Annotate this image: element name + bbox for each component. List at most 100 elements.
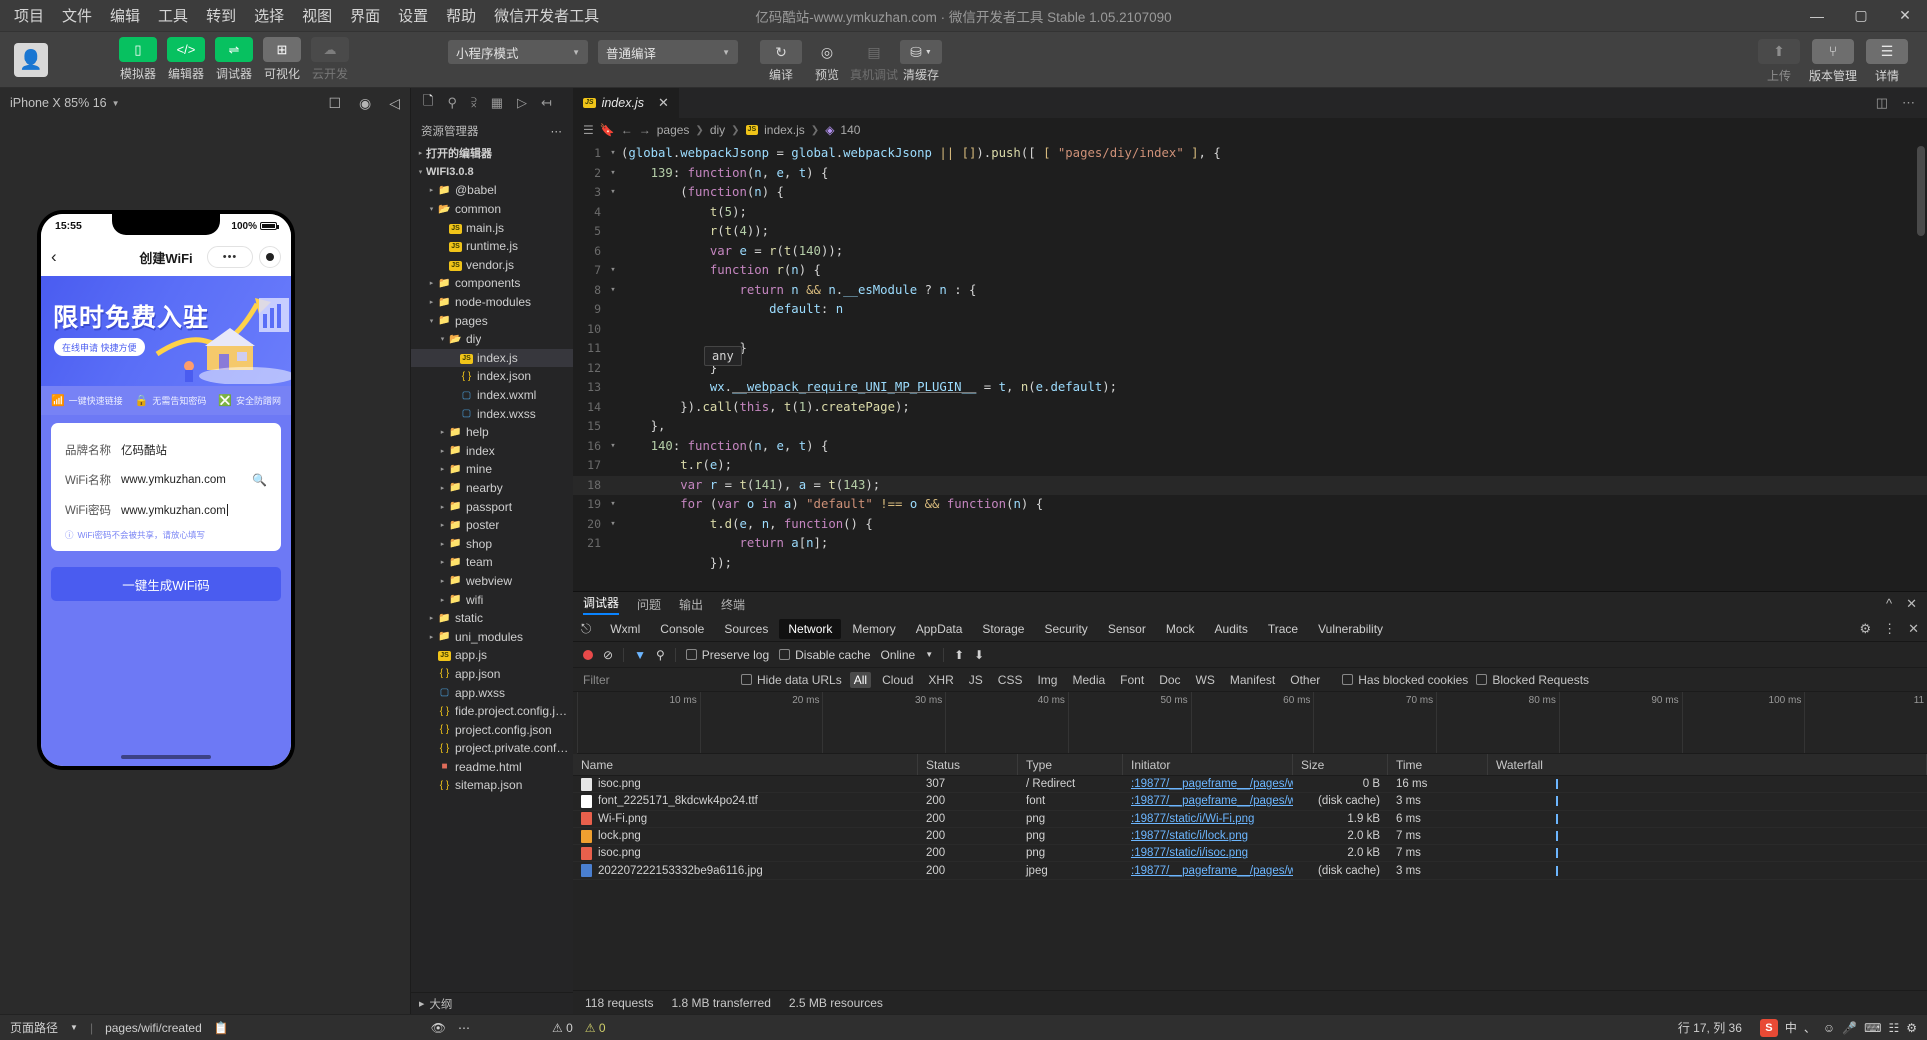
tree-item[interactable]: ▢ app.wxss — [411, 683, 573, 702]
panel-tab-storage[interactable]: Storage — [973, 619, 1033, 639]
fold-icon[interactable]: ▾ — [605, 281, 621, 301]
panel-tab-security[interactable]: Security — [1035, 619, 1096, 639]
version-control-button[interactable]: ⑂ 版本管理 — [1809, 36, 1857, 84]
filter-type-media[interactable]: Media — [1068, 672, 1109, 688]
column-initiator[interactable]: Initiator — [1123, 754, 1293, 775]
code-line[interactable]: 11 } — [573, 339, 1927, 359]
filter-type-manifest[interactable]: Manifest — [1226, 672, 1279, 688]
eye-icon[interactable]: 👁 — [431, 1021, 446, 1035]
files-icon[interactable]: 🗋 — [423, 92, 433, 114]
remote-debug-button[interactable]: ▤ 真机调试 — [850, 36, 898, 83]
tree-item[interactable]: ▾ 📂 common — [411, 200, 573, 219]
editor-scrollbar[interactable] — [1915, 142, 1927, 591]
disclosure-icon[interactable]: ▸ — [437, 447, 448, 455]
chevron-down-icon[interactable]: ▼ — [70, 1023, 78, 1032]
menu-item-interface[interactable]: 界面 — [350, 5, 380, 26]
fold-icon[interactable] — [605, 203, 621, 223]
keyboard-icon[interactable]: ⌨ — [1864, 1021, 1881, 1035]
column-time[interactable]: Time — [1388, 754, 1488, 775]
minimize-button[interactable]: — — [1795, 0, 1839, 31]
resource-type-filters[interactable]: All Cloud XHR JS CSS Img Media Font Doc WS Manifes… — [849, 671, 1325, 688]
generate-wifi-code-button[interactable]: 一键生成WiFi码 — [51, 567, 281, 601]
tree-item[interactable]: ▸ 📁 uni_modules — [411, 627, 573, 646]
clear-icon[interactable]: ⊘ — [603, 648, 613, 662]
tree-item[interactable]: JS index.js — [411, 348, 573, 368]
collapse-icon[interactable]: ↤ — [541, 95, 552, 111]
more-actions-icon[interactable]: ⋯ — [1902, 95, 1915, 111]
code-line[interactable]: }); — [573, 554, 1927, 574]
menu-capsule-button[interactable]: ••• — [207, 246, 253, 268]
toggle-editor[interactable]: </> 编辑器 — [164, 37, 208, 82]
filter-type-ws[interactable]: WS — [1192, 672, 1219, 688]
rotate-icon[interactable]: ☐ — [328, 95, 341, 112]
tree-item[interactable]: { } sitemap.json — [411, 776, 573, 795]
fold-icon[interactable]: ▾ — [605, 437, 621, 457]
network-request-row[interactable]: lock.png 200 png:19877/static/i/lock.png 2.… — [573, 828, 1927, 846]
hide-data-urls-checkbox[interactable]: Hide data URLs — [741, 673, 842, 687]
panel-tab-vulnerability[interactable]: Vulnerability — [1309, 619, 1392, 639]
network-request-row[interactable]: isoc.png 200 png:19877/static/i/isoc.png 2.… — [573, 845, 1927, 863]
tree-item[interactable]: JS main.js — [411, 218, 573, 237]
outline-section[interactable]: ▶ 大纲 — [411, 992, 573, 1014]
throttle-select[interactable]: Online — [881, 648, 916, 662]
panel-tab-trace[interactable]: Trace — [1259, 619, 1307, 639]
tree-item[interactable]: ▸ 📁 wifi — [411, 590, 573, 609]
panel-tab-audits[interactable]: Audits — [1206, 619, 1257, 639]
device-select[interactable]: iPhone X 85% 16 — [10, 96, 107, 110]
code-line[interactable]: 21 return a[n]; — [573, 534, 1927, 554]
code-line[interactable]: 20 ▾ t.d(e, n, function() { — [573, 515, 1927, 535]
toggle-debugger[interactable]: ⇌ 调试器 — [212, 37, 256, 82]
mic-icon[interactable]: 🎤 — [1842, 1021, 1857, 1035]
code-line[interactable]: 15 }, — [573, 417, 1927, 437]
fold-icon[interactable] — [605, 300, 621, 320]
tree-item[interactable]: ▸ 📁 help — [411, 423, 573, 442]
devtools-panel-tabs[interactable]: ⎋ Wxml Console Sources Network Memory AppData S… — [573, 616, 1927, 642]
column-waterfall[interactable]: Waterfall — [1488, 754, 1927, 775]
disclosure-icon[interactable]: ▸ — [426, 614, 437, 622]
fold-icon[interactable]: ▾ — [605, 495, 621, 515]
upload-button[interactable]: ⬆ 上传 — [1755, 36, 1803, 84]
preview-button[interactable]: ◎ 预览 — [804, 36, 850, 83]
panel-tab-wxml[interactable]: Wxml — [601, 619, 649, 639]
network-request-row[interactable]: Wi-Fi.png 200 png:19877/static/i/Wi-Fi.png… — [573, 811, 1927, 828]
filter-type-css[interactable]: CSS — [994, 672, 1027, 688]
settings-icon[interactable]: ⚙ — [1859, 621, 1871, 637]
disclosure-icon[interactable]: ▸ — [426, 298, 437, 306]
disclosure-icon[interactable]: ▸ — [437, 596, 448, 604]
request-initiator[interactable]: :19877/__pageframe__/pages/wifi/c... — [1123, 793, 1293, 809]
mute-icon[interactable]: ◁ — [389, 95, 400, 112]
panel-tab-console[interactable]: Console — [651, 619, 713, 639]
fold-icon[interactable]: ▾ — [605, 515, 621, 535]
form-row-password[interactable]: WiFi密码 www.ymkuzhan.com — [65, 495, 267, 525]
close-icon[interactable]: ✕ — [1908, 621, 1919, 637]
code-line[interactable]: 18 var r = t(141), a = t(143); — [573, 475, 1927, 495]
search-icon[interactable]: 🔍 — [252, 473, 267, 487]
tree-item[interactable]: ▸ 📁 nearby — [411, 479, 573, 498]
fold-icon[interactable] — [605, 398, 621, 418]
fold-icon[interactable]: ▾ — [605, 164, 621, 184]
disclosure-icon[interactable]: ▸ — [426, 279, 437, 287]
more-icon[interactable]: ⋯ — [458, 1021, 470, 1035]
tab-problems[interactable]: 问题 — [637, 596, 661, 613]
tree-item[interactable]: ▸ 📁 components — [411, 274, 573, 293]
code-line[interactable]: 13 wx.__webpack_require_UNI_MP_PLUGIN__ … — [573, 378, 1927, 398]
network-request-row[interactable]: 202207222153332be9a6116.jpg 200 jpeg:19877… — [573, 862, 1927, 880]
search-icon[interactable]: ⚲ — [447, 95, 457, 111]
chevron-down-icon[interactable]: ▼ — [925, 650, 933, 659]
promo-banner[interactable]: 限时免费入驻 在线申请 快捷方便 — [41, 276, 291, 386]
tree-item[interactable]: ▸ 📁 @babel — [411, 181, 573, 200]
emoji-icon[interactable]: ☺ — [1823, 1021, 1835, 1035]
tab-debugger[interactable]: 调试器 — [583, 594, 620, 615]
toolbox-icon[interactable]: ☷ — [1888, 1021, 1899, 1035]
fold-icon[interactable]: ▾ — [605, 261, 621, 281]
menu-item-tools[interactable]: 工具 — [158, 5, 188, 26]
more-icon[interactable]: ⋯ — [551, 124, 564, 138]
disclosure-icon[interactable]: ▸ — [437, 540, 448, 548]
preserve-log-checkbox[interactable]: Preserve log — [685, 648, 769, 662]
tree-item[interactable]: ▢ index.wxml — [411, 386, 573, 405]
disclosure-icon[interactable]: ▸ — [426, 633, 437, 641]
fold-icon[interactable] — [605, 534, 621, 554]
panel-tab-sources[interactable]: Sources — [715, 619, 777, 639]
tree-item[interactable]: ▸ 📁 passport — [411, 497, 573, 516]
extensions-icon[interactable]: ▦ — [491, 95, 503, 111]
